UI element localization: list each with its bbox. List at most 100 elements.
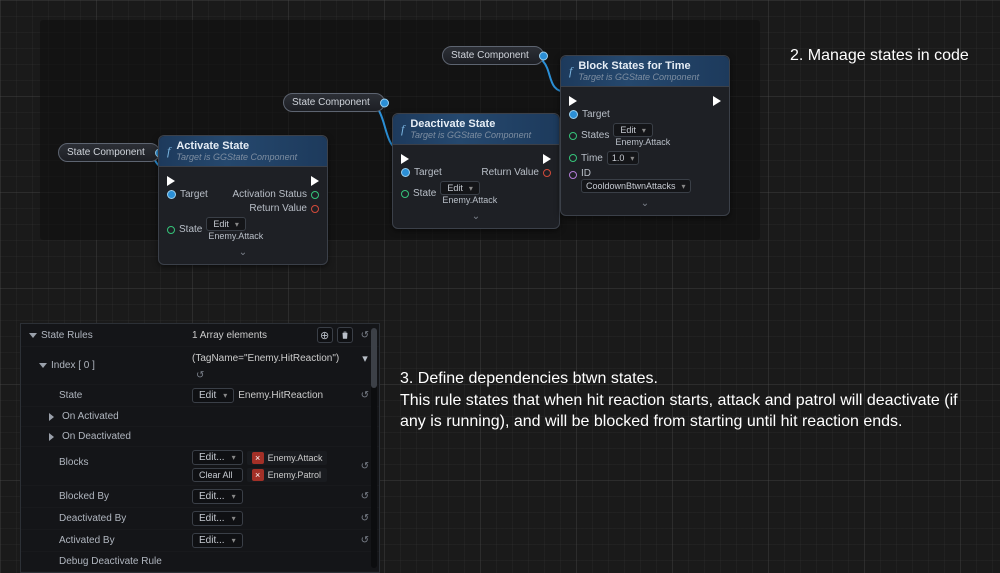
reset-to-default-icon[interactable]: ↺ (192, 370, 208, 381)
exec-in-pin[interactable] (167, 176, 175, 186)
states-edit-dropdown[interactable]: Edit (613, 123, 653, 137)
exec-out-pin[interactable] (713, 96, 721, 106)
clear-all-button[interactable]: Clear All (192, 468, 243, 482)
details-panel: State Rules 1 Array elements ⊕ ↺ Index [… (20, 323, 380, 573)
tag-expression: (TagName="Enemy.HitReaction") (192, 353, 339, 364)
node-subtitle: Target is GGState Component (410, 130, 531, 140)
tag-text: Enemy.Patrol (268, 470, 321, 480)
node-title: Block States for Time (578, 60, 690, 72)
expand-caret-icon[interactable] (29, 333, 37, 338)
var-node-label: State Component (67, 147, 145, 158)
return-value-pin[interactable] (543, 169, 551, 177)
time-value-input[interactable]: 1.0 (607, 151, 640, 165)
annotation-manage-states: 2. Manage states in code (790, 45, 969, 67)
var-node-label: State Component (451, 50, 529, 61)
expand-caret-icon[interactable] (39, 363, 47, 368)
annotation-line-1: 3. Define dependencies btwn states. (400, 370, 658, 387)
delete-element-button[interactable] (337, 327, 353, 343)
blocked-by-edit-dropdown[interactable]: Edit... (192, 489, 243, 504)
deactivate-state-node[interactable]: f Deactivate State Target is GGState Com… (392, 113, 560, 229)
state-rules-header: State Rules (41, 330, 93, 341)
blocks-row-label: Blocks (59, 457, 88, 468)
add-element-button[interactable]: ⊕ (317, 327, 333, 343)
node-title: Deactivate State (410, 118, 495, 130)
node-title: Activate State (176, 140, 249, 152)
node-header[interactable]: f Deactivate State Target is GGState Com… (393, 114, 559, 145)
expand-node-chevron-icon[interactable]: ⌄ (167, 245, 319, 258)
state-label: State (179, 224, 202, 235)
remove-tag-button[interactable]: × (252, 469, 264, 481)
remove-tag-button[interactable]: × (252, 452, 264, 464)
state-row-label: State (59, 390, 82, 401)
expand-node-chevron-icon[interactable]: ⌄ (569, 196, 721, 209)
state-pin[interactable] (167, 226, 175, 234)
target-label: Target (180, 189, 208, 200)
time-pin[interactable] (569, 154, 577, 162)
target-pin[interactable] (401, 168, 410, 177)
function-icon: f (569, 64, 572, 79)
blueprint-graph-canvas[interactable]: State Component State Component State Co… (40, 20, 760, 240)
state-component-var-node-1[interactable]: State Component (58, 143, 160, 162)
activation-status-pin[interactable] (311, 191, 319, 199)
annotation-define-dependencies: 3. Define dependencies btwn states. This… (400, 368, 980, 433)
id-pin[interactable] (569, 171, 577, 179)
node-header[interactable]: f Activate State Target is GGState Compo… (159, 136, 327, 167)
scrollbar-thumb[interactable] (371, 328, 377, 388)
blocked-by-row-label: Blocked By (59, 491, 109, 502)
target-label: Target (582, 109, 610, 120)
state-edit-dropdown[interactable]: Edit (192, 388, 234, 403)
states-label: States (581, 130, 609, 141)
function-icon: f (401, 122, 404, 137)
return-value-pin[interactable] (311, 205, 319, 213)
exec-out-pin[interactable] (311, 176, 319, 186)
node-subtitle: Target is GGState Component (578, 72, 699, 82)
output-pin[interactable] (539, 51, 548, 60)
block-states-for-time-node[interactable]: f Block States for Time Target is GGStat… (560, 55, 730, 216)
return-value-label: Return Value (249, 203, 307, 214)
exec-out-pin[interactable] (543, 154, 551, 164)
expand-node-chevron-icon[interactable]: ⌄ (401, 209, 551, 222)
state-edit-dropdown[interactable]: Edit (440, 181, 480, 195)
time-label: Time (581, 153, 603, 164)
activated-by-row-label: Activated By (59, 535, 115, 546)
state-value: Enemy.Attack (206, 231, 263, 241)
activate-state-node[interactable]: f Activate State Target is GGState Compo… (158, 135, 328, 265)
tag-text: Enemy.Attack (268, 453, 323, 463)
states-pin[interactable] (569, 132, 577, 140)
state-label: State (413, 188, 436, 199)
output-pin[interactable] (380, 98, 389, 107)
id-value-input[interactable]: CooldownBtwnAttacks (581, 179, 691, 193)
activation-status-label: Activation Status (233, 189, 307, 200)
exec-in-pin[interactable] (569, 96, 577, 106)
expand-caret-icon[interactable] (49, 413, 58, 421)
var-node-label: State Component (292, 97, 370, 108)
debug-deactivate-rule-row: Debug Deactivate Rule (59, 556, 162, 567)
deactivated-by-row-label: Deactivated By (59, 513, 126, 524)
deactivated-by-edit-dropdown[interactable]: Edit... (192, 511, 243, 526)
target-pin[interactable] (569, 110, 578, 119)
activated-by-edit-dropdown[interactable]: Edit... (192, 533, 243, 548)
annotation-line-2: This rule states that when hit reaction … (400, 392, 958, 431)
states-value: Enemy.Attack (613, 137, 670, 147)
function-icon: f (167, 144, 170, 159)
blocks-edit-dropdown[interactable]: Edit... (192, 450, 243, 465)
state-tag-value: Enemy.HitReaction (238, 390, 323, 401)
id-label: ID (581, 168, 591, 179)
state-value: Enemy.Attack (440, 195, 497, 205)
on-deactivated-row: On Deactivated (62, 431, 131, 442)
expand-caret-icon[interactable] (49, 433, 58, 441)
block-tag-enemy-attack: × Enemy.Attack (247, 451, 328, 465)
state-component-var-node-2[interactable]: State Component (283, 93, 385, 112)
on-activated-row: On Activated (62, 411, 119, 422)
state-edit-dropdown[interactable]: Edit (206, 217, 246, 231)
state-component-var-node-3[interactable]: State Component (442, 46, 544, 65)
node-subtitle: Target is GGState Component (176, 152, 297, 162)
return-value-label: Return Value (481, 167, 539, 178)
block-tag-enemy-patrol: × Enemy.Patrol (247, 468, 328, 482)
trash-icon (340, 330, 350, 340)
array-count-label: 1 Array elements (192, 330, 267, 341)
state-pin[interactable] (401, 190, 409, 198)
target-pin[interactable] (167, 190, 176, 199)
exec-in-pin[interactable] (401, 154, 409, 164)
node-header[interactable]: f Block States for Time Target is GGStat… (561, 56, 729, 87)
